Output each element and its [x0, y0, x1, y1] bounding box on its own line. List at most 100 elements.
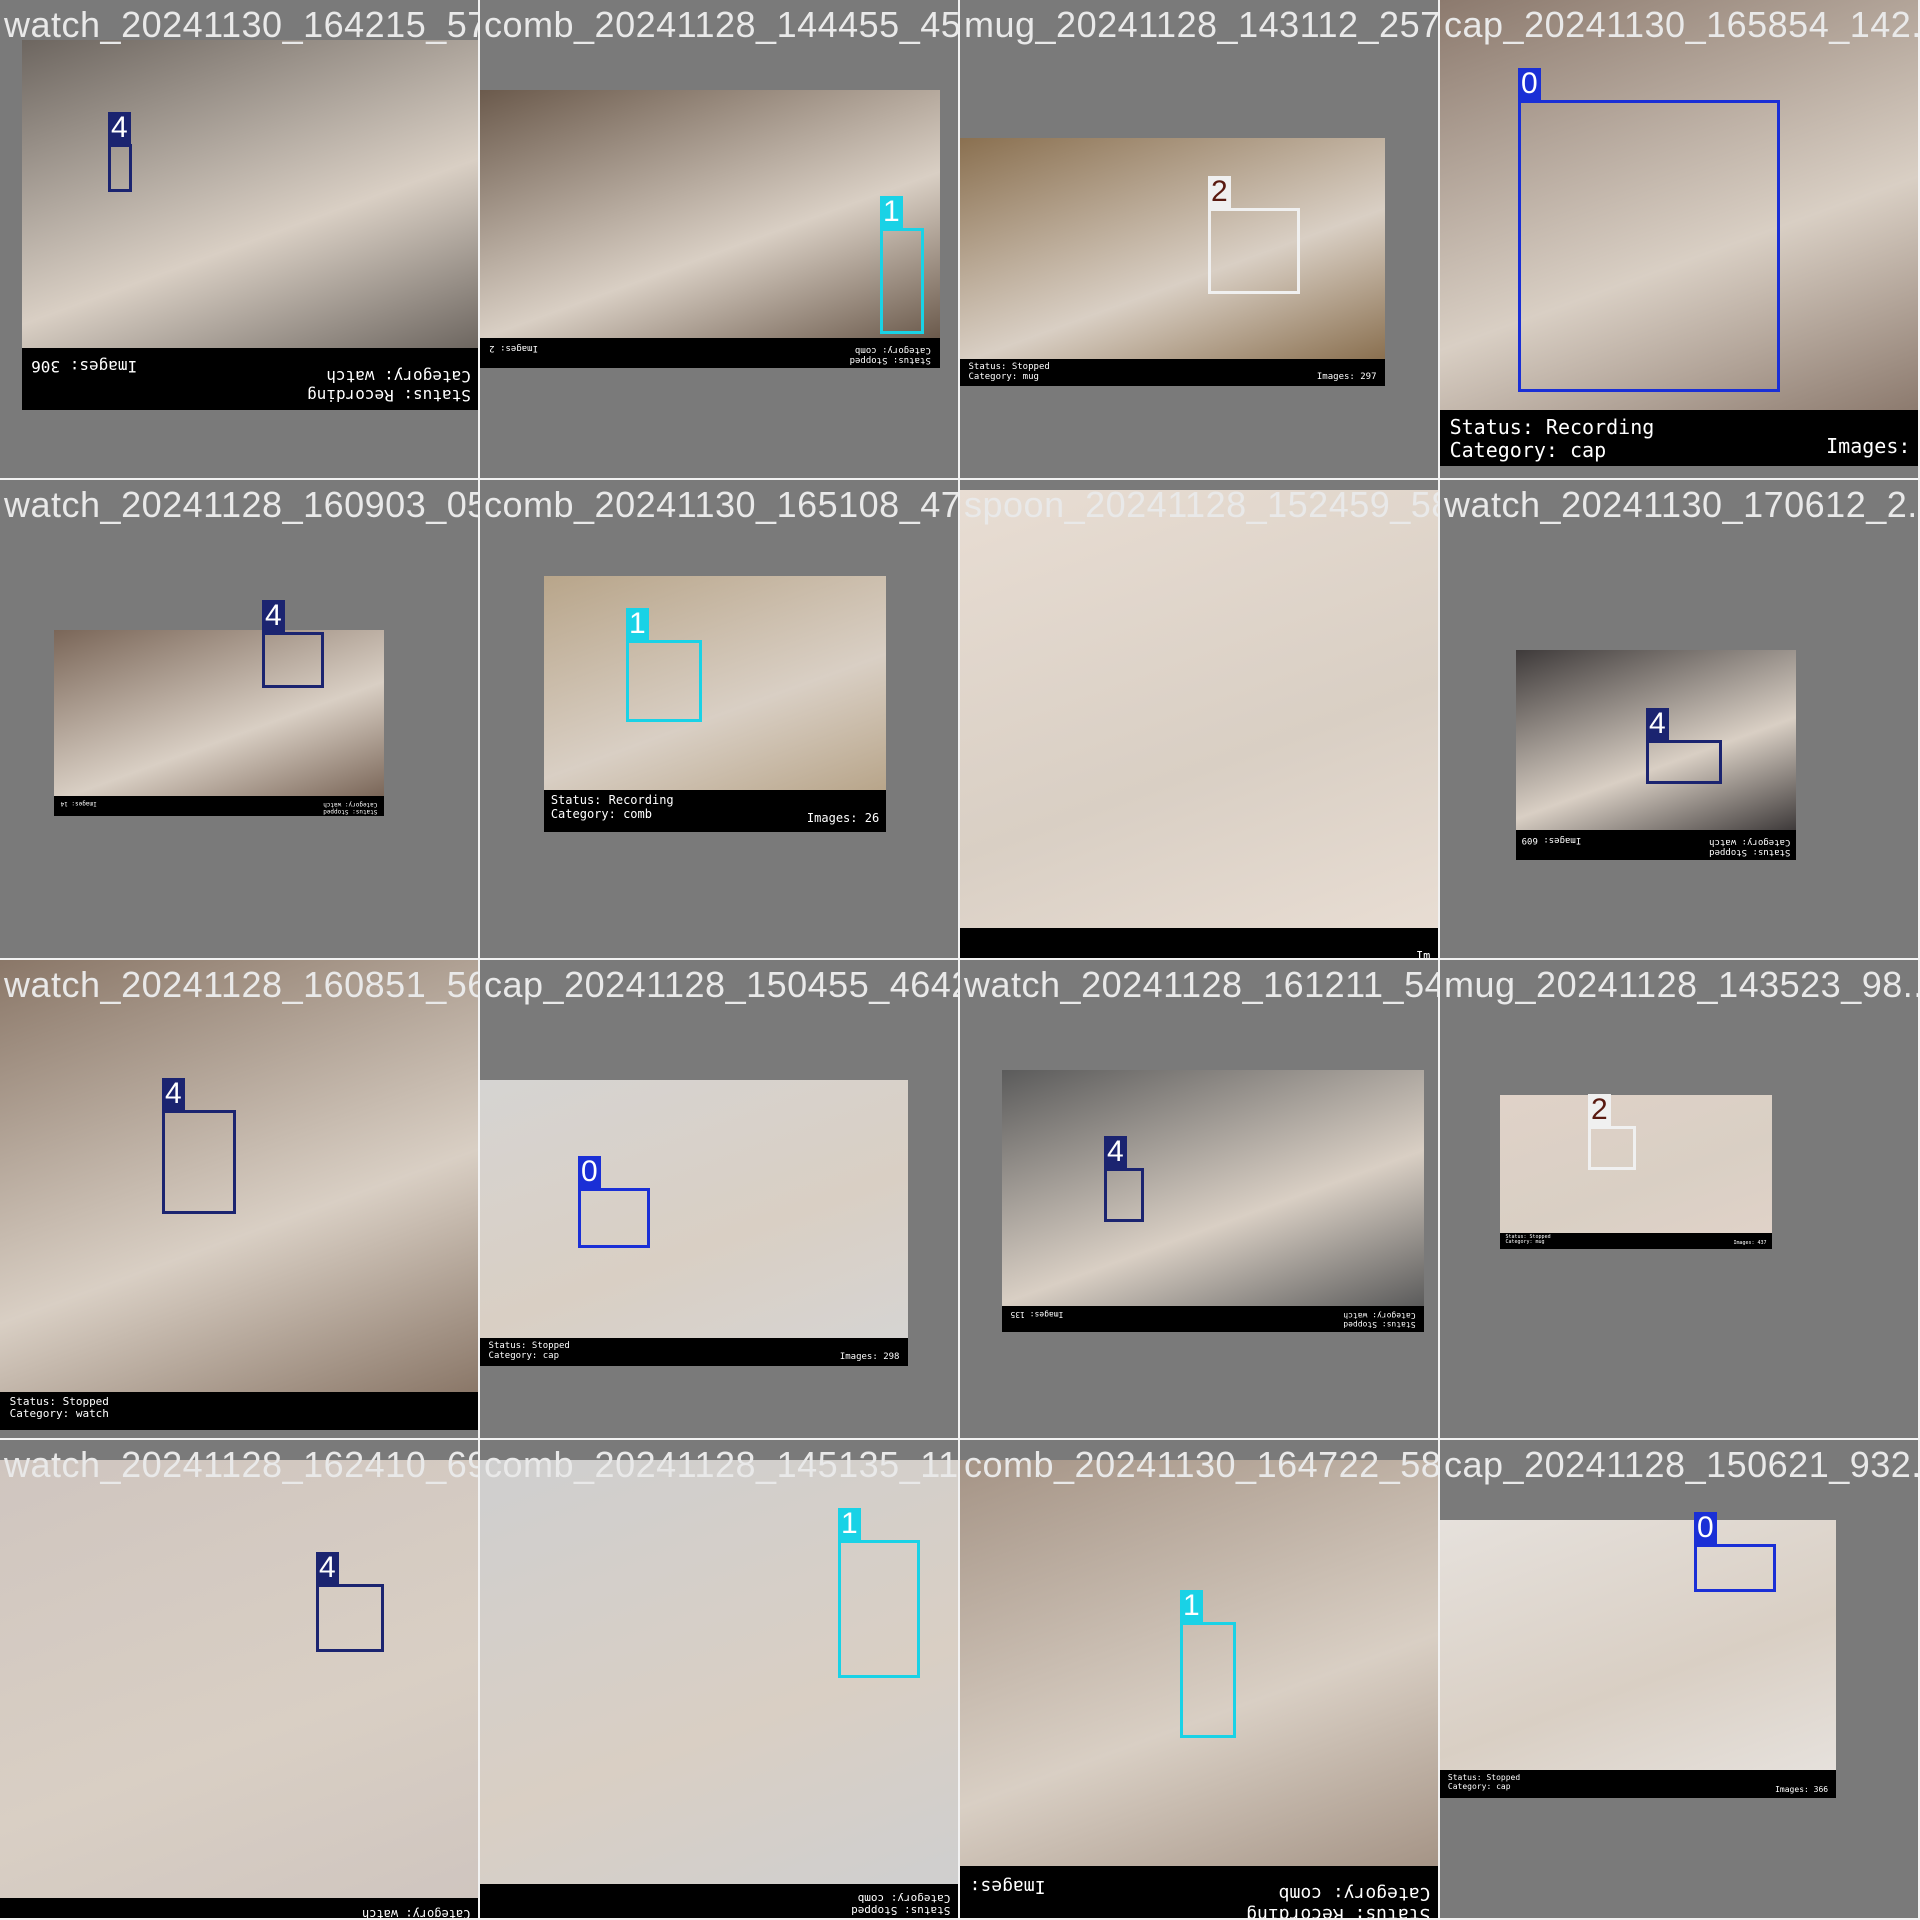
status-text: Status: Recording: [550, 793, 674, 808]
grid-tile[interactable]: Status: StoppedCategory: watch 4 watch_202…: [0, 960, 480, 1440]
status-text: Status: Recording: [1246, 1903, 1431, 1920]
image-grid: Status: Recording Category: watch Images: …: [0, 0, 1920, 1920]
grid-tile[interactable]: Status: Stopped Category: mug Images: 437 2…: [1440, 960, 1920, 1440]
tile-filename: spoon_20241128_152459_583126_jpg.rf...: [964, 484, 1438, 525]
status-category-text: Status: Stopped Category: cap: [1448, 1773, 1520, 1791]
scene-photo: [22, 40, 478, 348]
status-category-text: Status: StoppedCategory: watch: [362, 1906, 471, 1920]
images-count-text: Images: 366: [1775, 1784, 1829, 1794]
bounding-box: [316, 1584, 384, 1652]
status-text: Status: Stopped: [323, 808, 378, 815]
grid-tile[interactable]: Im spoon_20241128_152459_583126_jpg.rf...: [960, 480, 1440, 960]
scene-photo: [544, 576, 886, 790]
bounding-box: [578, 1188, 650, 1248]
grid-tile[interactable]: Status: StoppedCategory: watch 4 watch_202…: [0, 1440, 480, 1920]
bounding-box: [626, 640, 702, 722]
camera-frame: Im: [960, 490, 1438, 958]
tile-filename: watch_20241128_160851_566328_jpg.rf.3...: [4, 964, 478, 1005]
status-overlay: Status: Recording Category: watch Images: …: [22, 348, 478, 410]
grid-tile[interactable]: Status: Recording Category: comb Images: 2…: [480, 480, 960, 960]
status-text: Status: Stopped: [849, 355, 931, 365]
scene-photo: [1440, 1520, 1836, 1770]
category-text: Category: mug: [1505, 1239, 1545, 1246]
grid-tile[interactable]: Status: Recording Category: watch Images: …: [0, 0, 480, 480]
grid-tile[interactable]: Status: Stopped Category: comb 1 comb_20241…: [480, 1440, 960, 1920]
category-text: Category: cap: [1447, 1781, 1511, 1791]
category-text: Category: watch: [1709, 836, 1791, 847]
status-category-text: Status: Stopped Category: comb: [851, 1891, 951, 1918]
camera-frame: Status: Stopped Category: cap Images: 298: [480, 1080, 908, 1366]
status-overlay: Status: Stopped Category: comb: [480, 1884, 958, 1918]
camera-frame: Status: Stopped Category: cap Images: 366: [1440, 1520, 1836, 1798]
bounding-box: [1104, 1168, 1144, 1222]
class-label: 2: [1208, 176, 1231, 208]
category-text: Category: watch: [326, 367, 471, 387]
bounding-box: [1694, 1544, 1776, 1592]
status-text: Status: Recording: [307, 385, 471, 405]
grid-tile[interactable]: Status: Stopped Category: watch Images: 13…: [960, 960, 1440, 1440]
status-overlay: Status: Stopped Category: mug Images: 297: [960, 359, 1385, 386]
class-label: 0: [1518, 68, 1541, 100]
status-overlay: Status: Stopped Category: watch Images: 60…: [1516, 830, 1796, 860]
scene-photo: [0, 960, 478, 1392]
status-text: Status: Stopped: [968, 361, 1050, 372]
bounding-box: [1588, 1126, 1636, 1170]
status-overlay: Status: Stopped Category: mug Images: 437: [1500, 1233, 1772, 1249]
grid-tile[interactable]: Status: Recording Category: cap Images: 0 ca…: [1440, 0, 1920, 480]
camera-frame: Status: Stopped Category: watch Images: 13…: [1002, 1070, 1424, 1332]
status-overlay: Status: StoppedCategory: watch: [0, 1392, 478, 1430]
status-overlay: Status: Stopped Category: watch Images: 13…: [1002, 1306, 1424, 1332]
class-label: 0: [1694, 1512, 1717, 1544]
class-label: 0: [578, 1156, 601, 1188]
status-category-text: Status: StoppedCategory: watch: [1709, 836, 1790, 857]
grid-tile[interactable]: Status: Stopped Category: cap Images: 298 0…: [480, 960, 960, 1440]
category-text: Category: cap: [1449, 437, 1607, 462]
status-category-text: Status: Recording Category: comb: [1246, 1882, 1431, 1920]
status-text: Status: Stopped: [1709, 847, 1791, 857]
status-overlay: Status: Stopped Category: comb Images: 2: [480, 338, 940, 368]
category-text: Category: comb: [854, 344, 931, 355]
grid-tile[interactable]: Status: Stopped Category: watch Images: 60…: [1440, 480, 1920, 960]
status-category-text: Status: Stopped Category: mug: [1505, 1234, 1550, 1247]
category-text: Category: cap: [488, 1351, 559, 1362]
status-category-text: Status: Recording Category: comb: [550, 793, 674, 822]
camera-frame: Status: Stopped Category: mug Images: 297: [960, 138, 1385, 386]
grid-tile[interactable]: Status: Recording Category: comb Images: 1 c…: [960, 1440, 1440, 1920]
tile-filename: mug_20241128_143112_257520_jpg.rf.1...: [964, 4, 1440, 45]
category-text: Category: watch: [362, 1907, 471, 1920]
grid-tile[interactable]: Status: Stopped Category: comb Images: 2 1 c…: [480, 0, 960, 480]
class-label: 1: [880, 196, 903, 228]
scene-photo: [54, 630, 384, 796]
camera-frame: Status: Stopped Category: watch Images: 14: [54, 630, 384, 816]
grid-tile[interactable]: Status: Stopped Category: watch Images: 14…: [0, 480, 480, 960]
status-overlay: Status: StoppedCategory: watch: [0, 1898, 478, 1920]
grid-tile[interactable]: Status: Stopped Category: mug Images: 297 2…: [960, 0, 1440, 480]
status-text: Status: Stopped: [1343, 1320, 1416, 1330]
grid-tile[interactable]: Status: Stopped Category: cap Images: 366 0…: [1440, 1440, 1920, 1920]
scene-photo: [1500, 1095, 1772, 1233]
images-count-text: Images: 297: [1316, 371, 1377, 382]
status-text: Status: Stopped: [1447, 1772, 1521, 1782]
bounding-box: [1208, 208, 1300, 294]
camera-frame: Status: Recording Category: comb Images: 2…: [544, 576, 886, 832]
camera-frame: Status: StoppedCategory: watch: [0, 960, 478, 1430]
camera-frame: Status: Stopped Category: mug Images: 437: [1500, 1095, 1772, 1249]
status-text: Status: Stopped: [488, 1340, 570, 1351]
tile-filename: comb_20241130_164722_587562_jpg.rf...: [964, 1444, 1440, 1485]
status-text: Status: Stopped: [851, 1904, 951, 1918]
tile-filename: mug_20241128_143523_98...: [1444, 964, 1920, 1005]
status-category-text: Status: StoppedCategory: watch: [323, 800, 378, 815]
scene-photo: [960, 490, 1438, 928]
scene-photo: [1002, 1070, 1424, 1306]
tile-filename: comb_20241128_144455_456958_jpg.rf.8...: [484, 4, 960, 45]
images-count-text: Images:: [1826, 434, 1911, 459]
status-overlay: Status: Stopped Category: cap Images: 366: [1440, 1770, 1836, 1798]
category-text: Category: watch: [323, 801, 378, 809]
tile-filename: watch_20241128_161211_545882_jpg.rf.e...: [964, 964, 1438, 1005]
class-label: 4: [316, 1552, 339, 1584]
status-category-text: Status: StoppedCategory: watch: [9, 1395, 109, 1421]
category-text: Category: watch: [1343, 1311, 1416, 1321]
tile-filename: cap_20241128_150455_464275_jpg.rf.2...: [484, 964, 958, 1005]
category-text: Category: watch: [9, 1407, 109, 1421]
images-count-text: Images:: [969, 1875, 1046, 1897]
